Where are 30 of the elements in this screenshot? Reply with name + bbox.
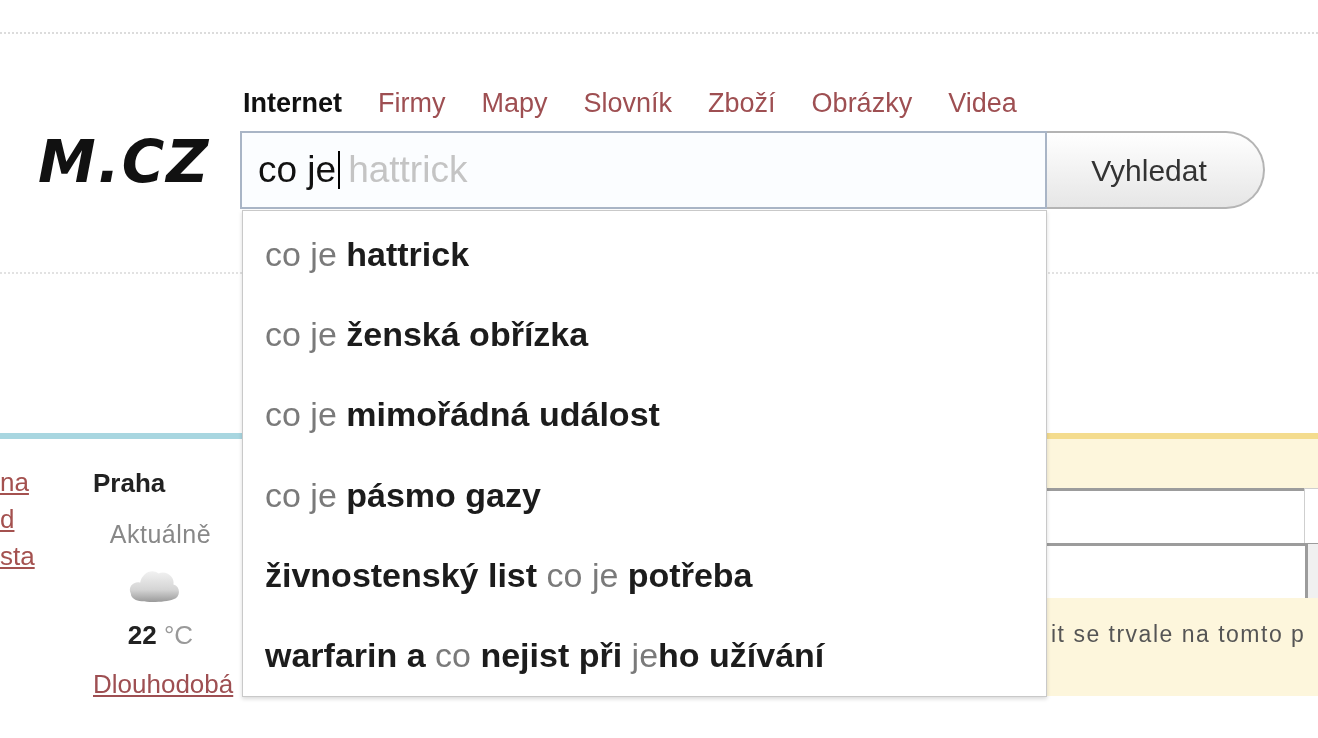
city-name: Praha <box>93 467 166 499</box>
forecast-link[interactable]: Dlouhodobá <box>93 668 234 700</box>
suggestion-item[interactable]: co je ženská obřízka <box>243 294 1046 375</box>
search-tab[interactable]: Zboží <box>708 88 776 118</box>
suggestion-item[interactable]: co je pásmo gazy <box>243 455 1046 536</box>
search-tab[interactable]: Obrázky <box>811 88 913 118</box>
suggestion-item[interactable]: živnostenský list co je potřeba <box>243 535 1046 616</box>
weather-label: Aktuálně <box>109 519 212 550</box>
partial-button[interactable] <box>1305 543 1318 598</box>
search-button[interactable]: Vyhledat <box>1047 131 1265 209</box>
link[interactable]: d <box>0 501 15 538</box>
temperature: 22 °C <box>127 619 194 651</box>
input-field[interactable] <box>1047 488 1304 543</box>
search-tab[interactable]: Slovník <box>583 88 673 118</box>
notice-text: it se trvale na tomto p <box>1051 620 1306 648</box>
search-tab[interactable]: Videa <box>948 88 1017 118</box>
link[interactable]: sta <box>0 538 35 575</box>
autocomplete-hint: hattrick <box>348 148 468 193</box>
text-cursor <box>338 151 341 189</box>
search-tab[interactable]: Firmy <box>378 88 446 118</box>
search-tab[interactable]: Internet <box>243 88 342 118</box>
suggestion-item[interactable]: co je mimořádná událost <box>243 374 1046 455</box>
search-tab[interactable]: Mapy <box>481 88 548 118</box>
suggestion-item[interactable]: warfarin a co nejist při jeho užívání <box>243 615 1046 696</box>
logo: M.CZ <box>38 128 211 196</box>
partial-field[interactable] <box>1304 488 1318 543</box>
suggestion-item[interactable]: co je hattrick <box>243 214 1046 295</box>
search-field[interactable]: co je hattrick <box>240 131 1047 209</box>
link[interactable]: na <box>0 464 29 501</box>
input-field[interactable] <box>1047 543 1305 598</box>
